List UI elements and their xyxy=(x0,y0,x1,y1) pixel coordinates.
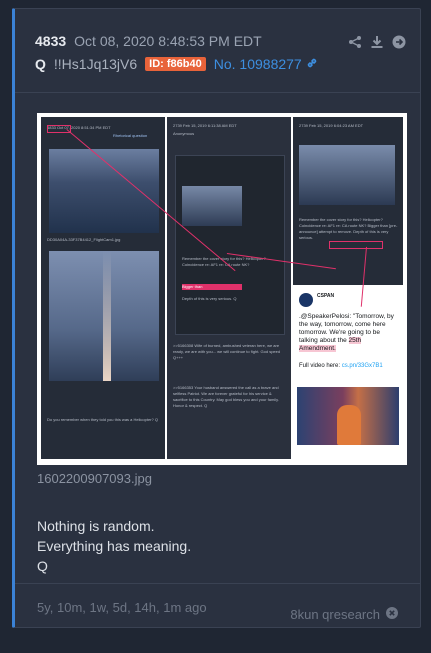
post-image[interactable]: 4833 Oct 07, 2020 8:51:34 PM EDT Rhetori… xyxy=(37,113,407,465)
tweet-link-label: Full video here: xyxy=(299,363,341,369)
post-date: Oct 08, 2020 8:48:53 PM EDT xyxy=(74,33,262,49)
close-circle-icon[interactable] xyxy=(386,607,398,622)
panel-3-text: Remember the cover story for this? Helic… xyxy=(299,217,398,240)
author-name: Q xyxy=(35,56,46,72)
panel-1-caption: Do you remember when they told you this … xyxy=(47,417,158,422)
tweet-link: Full video here: cs.pn/33Gx7B1 xyxy=(299,363,383,369)
post-actions xyxy=(348,35,406,49)
speaker-figure xyxy=(337,405,361,445)
tweet-account: CSPAN xyxy=(317,293,335,299)
post-header: 4833 Oct 08, 2020 8:48:53 PM EDT Q !!Hs1… xyxy=(15,9,420,93)
panel-2-post: 2739 Feb 15, 2019 6:11:38 AM EDT xyxy=(173,123,237,128)
tripcode: !!Hs1Jq13jV6 xyxy=(53,56,138,72)
message-line: Q xyxy=(37,558,48,574)
panel-2-text-3: >>5166308 Wife of burned, ambushed veter… xyxy=(173,343,281,360)
panel-2-author: Anonymous xyxy=(173,131,195,136)
panel-1-filename: DD30A04A-33F37B4412_FlightCam1.jpg xyxy=(47,237,121,242)
tweet-text-1: .@SpeakerPelosi: "Tomorrow, by the way, … xyxy=(299,313,394,344)
post-message: Nothing is random. Everything has meanin… xyxy=(37,516,420,576)
tweet-link-url: cs.pn/33Gx7B1 xyxy=(341,363,383,369)
post-age: 5y, 10m, 1w, 5d, 14h, 1m ago xyxy=(37,600,207,615)
message-line: Everything has meaning. xyxy=(37,538,192,554)
link-icon[interactable] xyxy=(306,57,318,72)
panel-2-highlight: Bigger than xyxy=(182,284,242,290)
post-footer: 5y, 10m, 1w, 5d, 14h, 1m ago 8kun qresea… xyxy=(15,583,420,629)
photo-panel xyxy=(293,383,403,459)
post-number: 4833 xyxy=(35,33,67,49)
post-body: 4833 Oct 07, 2020 8:51:34 PM EDT Rhetori… xyxy=(15,93,420,576)
download-icon[interactable] xyxy=(370,35,384,49)
id-badge[interactable]: ID: f86b40 xyxy=(145,57,206,71)
panel-1-link: Rhetorical question xyxy=(113,133,148,138)
source-label[interactable]: 8kun qresearch xyxy=(290,607,380,622)
remove-highlight xyxy=(329,241,383,249)
tweet-panel: CSPAN .@SpeakerPelosi: "Tomorrow, by the… xyxy=(293,289,403,381)
post-link[interactable]: No. 10988277 xyxy=(214,56,302,72)
panel-3-post: 2739 Feb 15, 2019 6:04:23 AM EDT xyxy=(299,123,364,128)
image-filename[interactable]: 1602200907093.jpg xyxy=(37,471,420,486)
share-icon[interactable] xyxy=(348,35,362,49)
contrail xyxy=(103,251,111,381)
image-panel-2: 2739 Feb 15, 2019 6:11:38 AM EDT Anonymo… xyxy=(167,117,291,459)
arrow-right-circle-icon[interactable] xyxy=(392,35,406,49)
panel-2-text-4: >>5166353 Your husband answered the call… xyxy=(173,385,279,408)
post-source: 8kun qresearch xyxy=(290,600,398,629)
image-panel-1: 4833 Oct 07, 2020 8:51:34 PM EDT Rhetori… xyxy=(41,117,165,459)
sky-photo-3 xyxy=(182,186,242,226)
sky-photo-4 xyxy=(299,145,395,205)
tweet-text: .@SpeakerPelosi: "Tomorrow, by the way, … xyxy=(299,313,399,353)
contrail-photo xyxy=(49,251,159,381)
message-line: Nothing is random. xyxy=(37,518,155,534)
cspan-logo xyxy=(299,293,313,307)
panel-2-text-2: Depth of this is very serious. Q xyxy=(182,296,237,301)
post-card: 4833 Oct 08, 2020 8:48:53 PM EDT Q !!Hs1… xyxy=(12,8,421,628)
post-author-row: Q !!Hs1Jq13jV6 ID: f86b40 No. 10988277 xyxy=(35,56,420,72)
quoted-post: Remember the cover story for this? Helic… xyxy=(175,155,285,335)
press-photo xyxy=(297,387,399,445)
image-panel-3: 2739 Feb 15, 2019 6:04:23 AM EDT Remembe… xyxy=(293,117,403,285)
